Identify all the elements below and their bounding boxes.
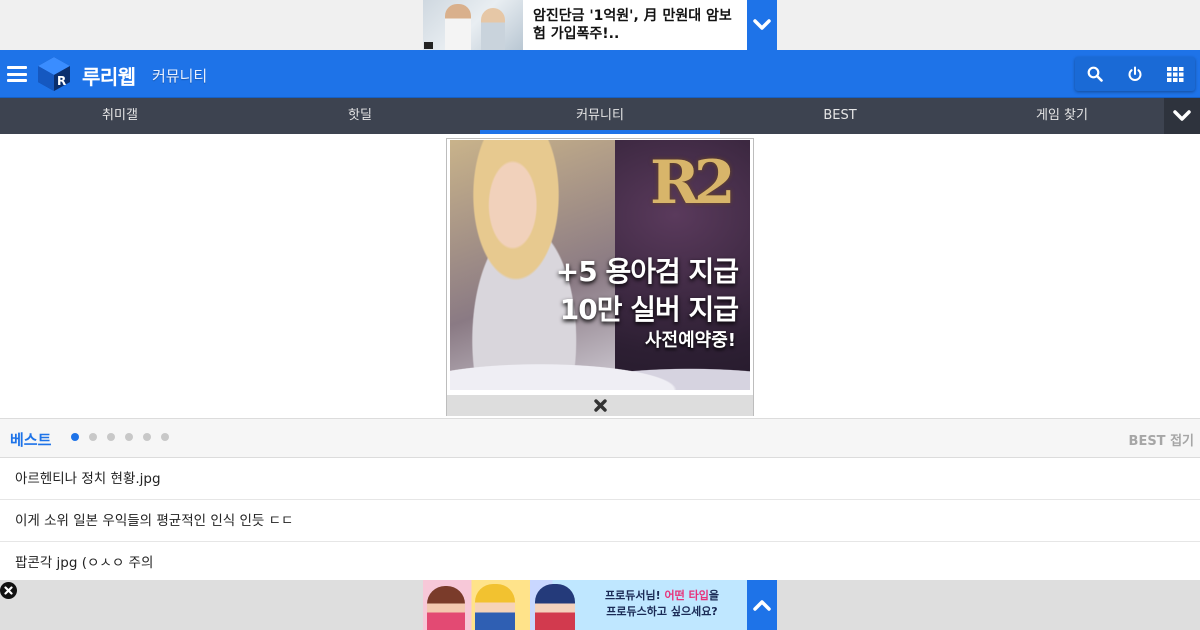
chevron-down-icon xyxy=(753,19,771,30)
banner-ad-image[interactable]: R2 +5 용아검 지급 10만 실버 지급 사전예약중! xyxy=(450,140,750,390)
top-ad-image[interactable] xyxy=(423,0,523,50)
ruliweb-logo-icon[interactable]: R xyxy=(35,55,73,93)
pagination-dot[interactable] xyxy=(89,433,97,441)
best-section-header: 베스트 BEST 접기 xyxy=(0,418,1200,458)
best-title[interactable]: 베스트 xyxy=(10,429,51,450)
svg-text:R: R xyxy=(57,74,66,88)
search-icon xyxy=(1087,66,1103,82)
chevron-down-icon xyxy=(1173,110,1191,121)
nav-item-find-game[interactable]: 게임 찾기 xyxy=(960,98,1164,134)
banner-ad-line3: 사전예약중! xyxy=(644,330,736,351)
banner-ad-close-button[interactable] xyxy=(447,395,753,416)
caption-line2: 프로듀스하고 싶으세요? xyxy=(606,605,718,618)
nav-item-hobby[interactable]: 취미갤 xyxy=(0,98,240,134)
nav-item-community[interactable]: 커뮤니티 xyxy=(480,98,720,134)
pagination-dot[interactable] xyxy=(161,433,169,441)
apps-button[interactable] xyxy=(1155,57,1195,91)
grid-icon xyxy=(1166,66,1183,82)
bottom-ad-caption: 프로듀서님! 어떤 타입을 프로듀스하고 싶으세요? xyxy=(583,588,741,622)
close-icon xyxy=(4,586,13,595)
section-name[interactable]: 커뮤니티 xyxy=(152,65,207,86)
caption-part: 프로듀서님! xyxy=(605,589,661,602)
banner-ad-line2: 10만 실버 지급 xyxy=(559,293,739,326)
nav-item-best[interactable]: BEST xyxy=(720,98,960,134)
banner-ad-line1: +5 용아검 지급 xyxy=(555,255,739,288)
header-buttons xyxy=(1075,57,1195,91)
pagination-dot[interactable] xyxy=(143,433,151,441)
brand-name[interactable]: 루리웹 xyxy=(82,61,136,90)
nav-item-hotdeal[interactable]: 핫딜 xyxy=(240,98,480,134)
top-ad-text[interactable]: 암진단금 '1억원', 月 만원대 암보험 가입폭주!.. xyxy=(523,0,747,50)
caption-part: 을 xyxy=(708,589,719,602)
close-icon xyxy=(593,399,607,412)
bottom-ad-close-button[interactable] xyxy=(0,582,17,599)
best-fold-button[interactable]: BEST 접기 xyxy=(1129,430,1194,449)
caption-highlight: 어떤 타입 xyxy=(664,589,709,602)
login-button[interactable] xyxy=(1115,57,1155,91)
chevron-up-icon xyxy=(753,600,771,611)
top-ad-strip: 암진단금 '1억원', 月 만원대 암보험 가입폭주!.. xyxy=(0,0,1200,50)
pagination-dot[interactable] xyxy=(125,433,133,441)
main-nav: 취미갤 핫딜 커뮤니티 BEST 게임 찾기 xyxy=(0,98,1200,134)
top-ad[interactable]: 암진단금 '1억원', 月 만원대 암보험 가입폭주!.. xyxy=(423,0,777,50)
menu-icon[interactable] xyxy=(7,66,27,82)
list-item[interactable]: 팝콘각 jpg (ㅇㅅㅇ 주의 xyxy=(0,542,1200,584)
best-pagination xyxy=(71,433,179,441)
list-item[interactable]: 아르헨티나 정치 현황.jpg xyxy=(0,458,1200,500)
ad-badge-icon xyxy=(424,42,433,49)
best-list: 아르헨티나 정치 현황.jpg 이게 소위 일본 우익들의 평균적인 인식 인듯… xyxy=(0,458,1200,584)
list-item[interactable]: 이게 소위 일본 우익들의 평균적인 인식 인듯 ㄷㄷ xyxy=(0,500,1200,542)
page: 암진단금 '1억원', 月 만원대 암보험 가입폭주!.. R 루리웹 커뮤니티 xyxy=(0,0,1200,630)
pagination-dot[interactable] xyxy=(71,433,79,441)
top-ad-expand-button[interactable] xyxy=(747,0,777,50)
pagination-dot[interactable] xyxy=(107,433,115,441)
nav-expand-button[interactable] xyxy=(1164,98,1200,134)
site-header: R 루리웹 커뮤니티 xyxy=(0,50,1200,98)
game-logo-icon: R2 xyxy=(650,148,736,218)
bottom-ad-strip: 프로듀서님! 어떤 타입을 프로듀스하고 싶으세요? xyxy=(0,580,1200,630)
scroll-top-button[interactable] xyxy=(747,580,777,630)
search-button[interactable] xyxy=(1075,57,1115,91)
banner-ad: R2 +5 용아검 지급 10만 실버 지급 사전예약중! xyxy=(446,138,754,416)
power-icon xyxy=(1128,66,1142,82)
bottom-ad-image[interactable]: 프로듀서님! 어떤 타입을 프로듀스하고 싶으세요? xyxy=(423,580,747,630)
